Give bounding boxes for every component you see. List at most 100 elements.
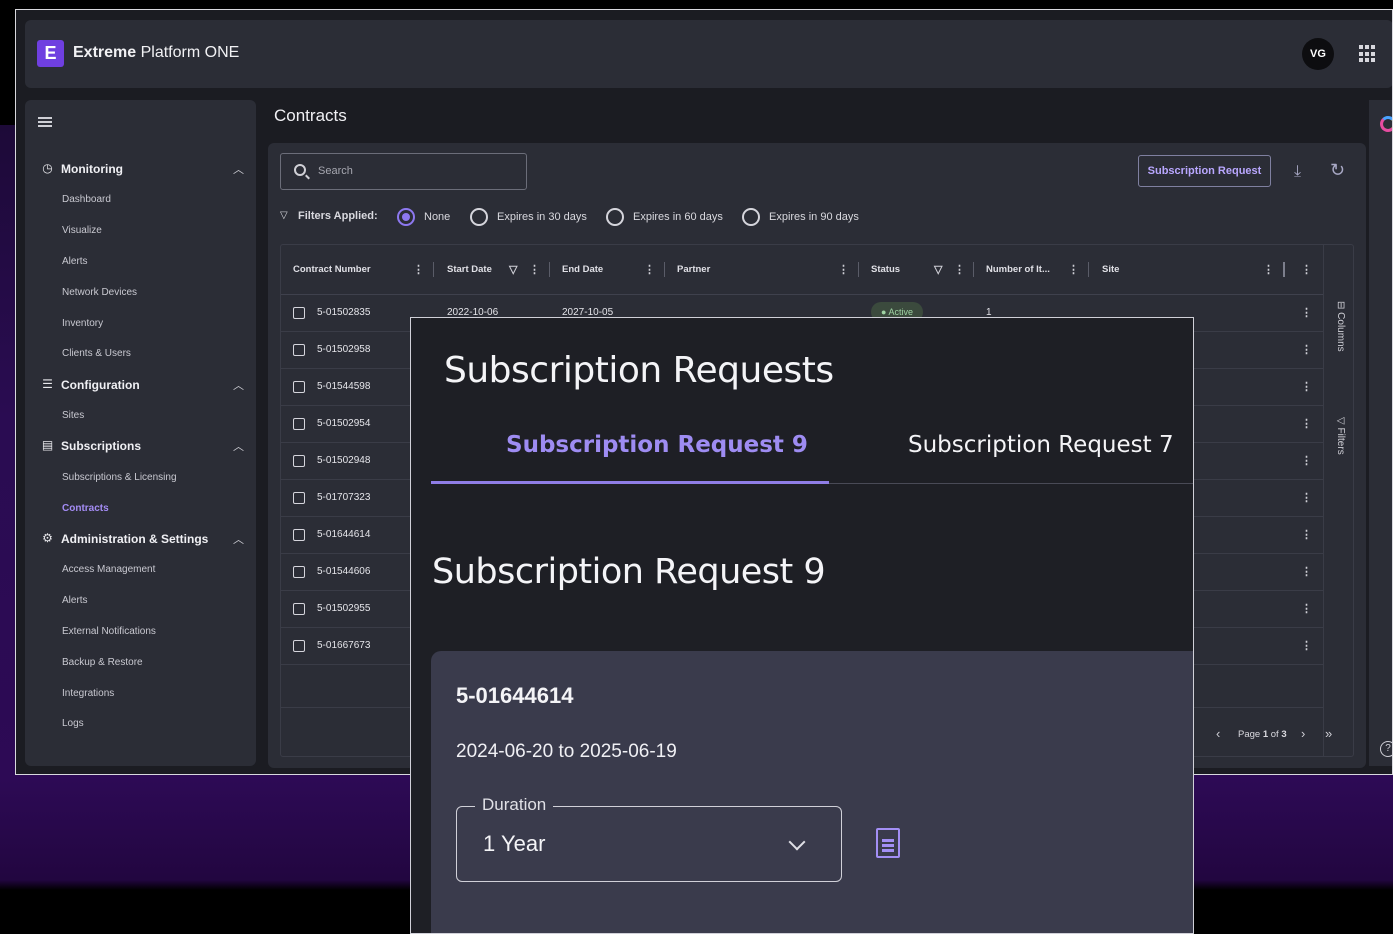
row-checkbox[interactable] — [293, 307, 305, 319]
list-icon: ☰ — [42, 377, 53, 391]
sidebar-item-inventory[interactable]: Inventory — [62, 318, 103, 329]
row-checkbox[interactable] — [293, 492, 305, 504]
subscription-request-button[interactable]: Subscription Request — [1138, 155, 1271, 187]
row-checkbox[interactable] — [293, 344, 305, 356]
search-input[interactable]: Search — [280, 153, 527, 190]
sidebar-item-integrations[interactable]: Integrations — [62, 688, 114, 699]
gear-icon: ⚙ — [42, 531, 53, 545]
page-indicator: Page 1 of 3 — [1238, 729, 1287, 740]
sidebar-item-clients-users[interactable]: Clients & Users — [62, 348, 131, 359]
refresh-icon[interactable]: ↻ — [1330, 160, 1345, 181]
column-menu-icon[interactable]: ⋮ — [644, 263, 655, 276]
row-checkbox[interactable] — [293, 381, 305, 393]
section-label: Monitoring — [61, 162, 123, 176]
tab-subscription-request-7[interactable]: Subscription Request 7 — [908, 432, 1174, 458]
sidebar-item-sites[interactable]: Sites — [62, 410, 84, 421]
contract-number-cell: 5-01502954 — [317, 418, 371, 429]
row-menu-icon[interactable]: ⋮ — [1301, 528, 1312, 541]
column-menu-icon[interactable]: ⋮ — [529, 263, 540, 276]
chevron-up-icon[interactable]: ︿ — [233, 377, 244, 393]
row-checkbox[interactable] — [293, 529, 305, 541]
column-filter-icon[interactable]: ▽ — [934, 263, 942, 276]
sidebar-section-administration[interactable]: ⚙ Administration & Settings ︿ — [25, 529, 256, 551]
contract-number-cell: 5-01502835 — [317, 307, 371, 318]
sidebar-item-access-management[interactable]: Access Management — [62, 564, 155, 575]
column-header-site[interactable]: Site — [1102, 264, 1119, 275]
column-header-status[interactable]: Status — [871, 264, 900, 275]
sidebar-item-backup-restore[interactable]: Backup & Restore — [62, 657, 143, 668]
funnel-icon: ▽ — [280, 210, 288, 221]
radio-icon — [606, 208, 624, 226]
row-checkbox[interactable] — [293, 418, 305, 430]
row-menu-icon[interactable]: ⋮ — [1301, 639, 1312, 652]
radio-label: Expires in 60 days — [633, 211, 723, 223]
section-label: Administration & Settings — [61, 532, 209, 546]
row-menu-icon[interactable]: ⋮ — [1301, 380, 1312, 393]
column-header-partner[interactable]: Partner — [677, 264, 710, 275]
row-menu-icon[interactable]: ⋮ — [1301, 565, 1312, 578]
row-menu-icon[interactable]: ⋮ — [1301, 306, 1312, 319]
sidebar-item-alerts[interactable]: Alerts — [62, 256, 88, 267]
chevron-up-icon[interactable]: ︿ — [233, 438, 244, 454]
column-menu-icon[interactable]: ⋮ — [1068, 263, 1079, 276]
sidebar-item-logs[interactable]: Logs — [62, 718, 84, 729]
chevron-up-icon[interactable]: ︿ — [233, 161, 244, 177]
brand-bold: Extreme — [73, 44, 137, 61]
last-page-icon[interactable]: » — [1325, 726, 1332, 741]
column-header-start-date[interactable]: Start Date — [447, 264, 492, 275]
request-card: 5-01644614 2024-06-20 to 2025-06-19 Dura… — [431, 651, 1193, 933]
sidebar-item-external-notifications[interactable]: External Notifications — [62, 626, 156, 637]
row-checkbox[interactable] — [293, 603, 305, 615]
document-icon[interactable] — [876, 828, 900, 858]
sidebar-item-admin-alerts[interactable]: Alerts — [62, 595, 88, 606]
top-bar: E Extreme Platform ONE VG — [25, 20, 1392, 88]
user-avatar[interactable]: VG — [1302, 38, 1334, 70]
column-header-end-date[interactable]: End Date — [562, 264, 603, 275]
sidebar-item-contracts[interactable]: Contracts — [62, 503, 109, 514]
column-menu-icon[interactable]: ⋮ — [413, 263, 424, 276]
next-page-icon[interactable]: › — [1301, 726, 1305, 741]
sidebar: ◷ Monitoring ︿ Dashboard Visualize Alert… — [25, 100, 256, 766]
document-icon: ▤ — [41, 438, 54, 452]
duration-value: 1 Year — [483, 831, 546, 856]
chevron-up-icon[interactable]: ︿ — [233, 531, 244, 547]
contract-number-cell: 5-01502948 — [317, 455, 371, 466]
tab-subscription-request-9[interactable]: Subscription Request 9 — [506, 432, 808, 458]
column-header-contract-number[interactable]: Contract Number — [293, 264, 371, 275]
filters-panel-toggle[interactable]: ▽ Filters — [1335, 417, 1346, 455]
sidebar-item-subscriptions-licensing[interactable]: Subscriptions & Licensing — [62, 472, 177, 483]
row-menu-icon[interactable]: ⋮ — [1301, 454, 1312, 467]
columns-panel-toggle[interactable]: ⊟ Columns — [1335, 301, 1346, 352]
row-menu-icon[interactable]: ⋮ — [1301, 602, 1312, 615]
prev-page-icon[interactable]: ‹ — [1216, 726, 1220, 741]
hamburger-menu-icon[interactable] — [38, 117, 52, 127]
app-grid-icon[interactable] — [1359, 45, 1377, 63]
sidebar-item-dashboard[interactable]: Dashboard — [62, 194, 111, 205]
sidebar-item-network-devices[interactable]: Network Devices — [62, 287, 137, 298]
request-heading: Subscription Request 9 — [432, 552, 826, 592]
sidebar-item-visualize[interactable]: Visualize — [62, 225, 102, 236]
row-menu-icon[interactable]: ⋮ — [1301, 417, 1312, 430]
column-filter-icon[interactable]: ▽ — [509, 263, 517, 276]
table-options-icon[interactable]: ⋮ — [1301, 263, 1312, 276]
download-icon[interactable]: ⤓ — [1294, 163, 1301, 181]
column-header-number-of-items[interactable]: Number of It... — [986, 264, 1050, 275]
sidebar-section-subscriptions[interactable]: ▤ Subscriptions ︿ — [25, 436, 256, 458]
row-checkbox[interactable] — [293, 455, 305, 467]
contract-number-cell: 5-01502955 — [317, 603, 371, 614]
extreme-logo-icon[interactable]: E — [37, 40, 64, 67]
contract-date-range: 2024-06-20 to 2025-06-19 — [456, 741, 677, 762]
search-icon — [294, 164, 306, 176]
sidebar-section-monitoring[interactable]: ◷ Monitoring ︿ — [25, 159, 256, 181]
row-menu-icon[interactable]: ⋮ — [1301, 343, 1312, 356]
column-menu-icon[interactable]: ⋮ — [1263, 263, 1274, 276]
row-checkbox[interactable] — [293, 640, 305, 652]
row-menu-icon[interactable]: ⋮ — [1301, 491, 1312, 504]
column-menu-icon[interactable]: ⋮ — [954, 263, 965, 276]
column-menu-icon[interactable]: ⋮ — [838, 263, 849, 276]
sidebar-section-configuration[interactable]: ☰ Configuration ︿ — [25, 375, 256, 397]
duration-select[interactable]: Duration 1 Year — [456, 795, 842, 882]
help-icon[interactable]: ? — [1380, 741, 1392, 757]
assistant-ring-icon[interactable] — [1380, 116, 1392, 132]
row-checkbox[interactable] — [293, 566, 305, 578]
